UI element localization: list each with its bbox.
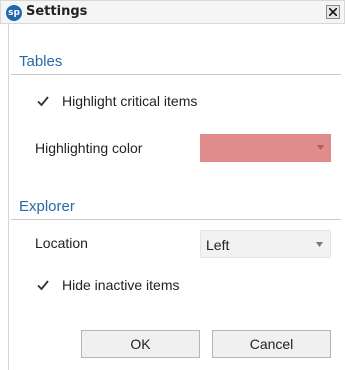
explorer-separator <box>11 219 341 220</box>
chevron-down-icon <box>316 242 323 247</box>
ok-button[interactable]: OK <box>81 330 200 358</box>
checkmark-icon <box>37 96 49 107</box>
highlight-critical-label[interactable]: Highlight critical items <box>62 93 197 109</box>
tables-separator <box>11 74 341 75</box>
location-dropdown[interactable]: Left <box>200 230 331 258</box>
chevron-down-icon <box>317 145 324 150</box>
highlighting-color-dropdown[interactable] <box>200 134 331 162</box>
explorer-section-header: Explorer <box>19 198 75 215</box>
location-label: Location <box>35 235 88 251</box>
hide-inactive-checkbox[interactable] <box>36 278 50 292</box>
hide-inactive-label[interactable]: Hide inactive items <box>62 277 180 293</box>
checkmark-icon <box>37 280 49 291</box>
title-bar[interactable]: sp Settings <box>0 0 345 24</box>
highlighting-color-label: Highlighting color <box>35 140 143 156</box>
location-value: Left <box>206 237 230 253</box>
left-border-line <box>8 24 9 370</box>
cancel-button[interactable]: Cancel <box>212 330 331 358</box>
highlight-critical-checkbox[interactable] <box>36 94 50 108</box>
window-title: Settings <box>26 4 88 19</box>
app-logo-icon: sp <box>6 5 22 21</box>
close-button[interactable] <box>326 5 340 19</box>
tables-section-header: Tables <box>19 53 63 70</box>
close-icon <box>329 8 337 16</box>
settings-dialog: sp Settings Tables Highlight critical it… <box>0 0 345 370</box>
